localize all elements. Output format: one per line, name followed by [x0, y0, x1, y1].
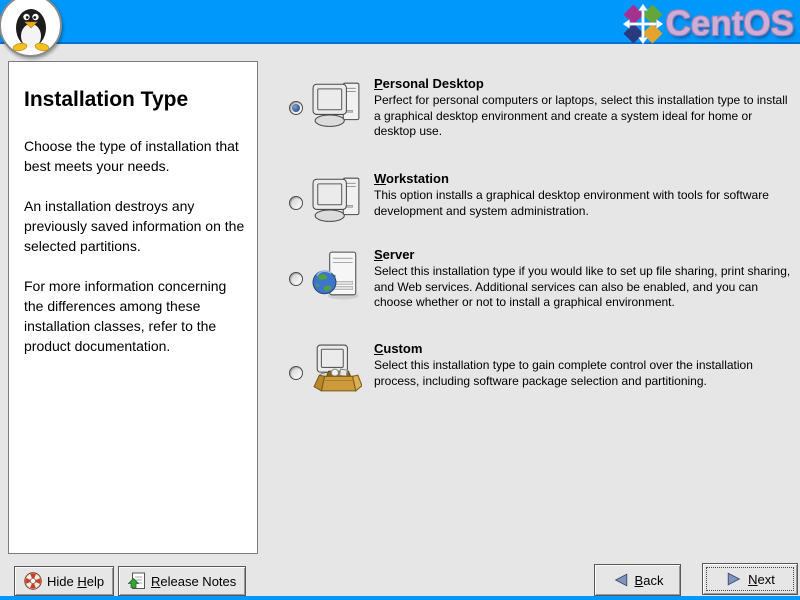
radio-personal-desktop[interactable] [289, 101, 303, 115]
release-notes-button[interactable]: Release Notes [118, 566, 246, 596]
centos-logo: CentOS [623, 4, 794, 44]
hide-help-button[interactable]: Hide Help [14, 566, 114, 596]
option-personal-desktop[interactable]: Personal Desktop Perfect for personal co… [289, 76, 794, 140]
option-description: Select this installation type to gain co… [374, 358, 792, 389]
workstation-computer-icon [312, 174, 362, 224]
option-description: Select this installation type if you wou… [374, 264, 792, 311]
release-notes-label: Release Notes [151, 574, 236, 589]
bottom-accent-strip [0, 596, 800, 600]
option-description: This option installs a graphical desktop… [374, 188, 792, 219]
next-button[interactable]: Next [702, 563, 798, 595]
centos-pinwheel-icon [623, 4, 663, 44]
option-label: Custom [374, 341, 792, 356]
server-globe-icon [312, 250, 362, 300]
lifebuoy-icon [24, 572, 42, 590]
help-paragraph: An installation destroys any previously … [24, 196, 245, 256]
option-label: Workstation [374, 171, 792, 186]
brand-text: CentOS [666, 4, 794, 44]
next-label: Next [748, 572, 775, 587]
radio-custom[interactable] [289, 366, 303, 380]
option-label: Personal Desktop [374, 76, 792, 91]
back-label: Back [635, 573, 664, 588]
page-title: Installation Type [24, 88, 245, 112]
option-label: Server [374, 247, 792, 262]
desktop-computer-icon [312, 79, 362, 129]
back-button[interactable]: Back [594, 564, 681, 596]
option-custom[interactable]: Custom Select this installation type to … [289, 341, 794, 394]
help-panel: Installation Type Choose the type of ins… [8, 61, 258, 554]
hide-help-label: Hide Help [47, 574, 104, 589]
help-paragraph: For more information concerning the diff… [24, 276, 245, 356]
option-server[interactable]: Server Select this installation type if … [289, 247, 794, 311]
release-notes-icon [128, 572, 146, 590]
option-workstation[interactable]: Workstation This option installs a graph… [289, 171, 794, 224]
next-arrow-icon [725, 571, 743, 587]
radio-workstation[interactable] [289, 196, 303, 210]
back-arrow-icon [612, 572, 630, 588]
radio-server[interactable] [289, 272, 303, 286]
tux-penguin-icon [0, 0, 62, 57]
help-paragraph: Choose the type of installation that bes… [24, 136, 245, 176]
option-description: Perfect for personal computers or laptop… [374, 93, 792, 140]
custom-package-box-icon [312, 344, 362, 394]
